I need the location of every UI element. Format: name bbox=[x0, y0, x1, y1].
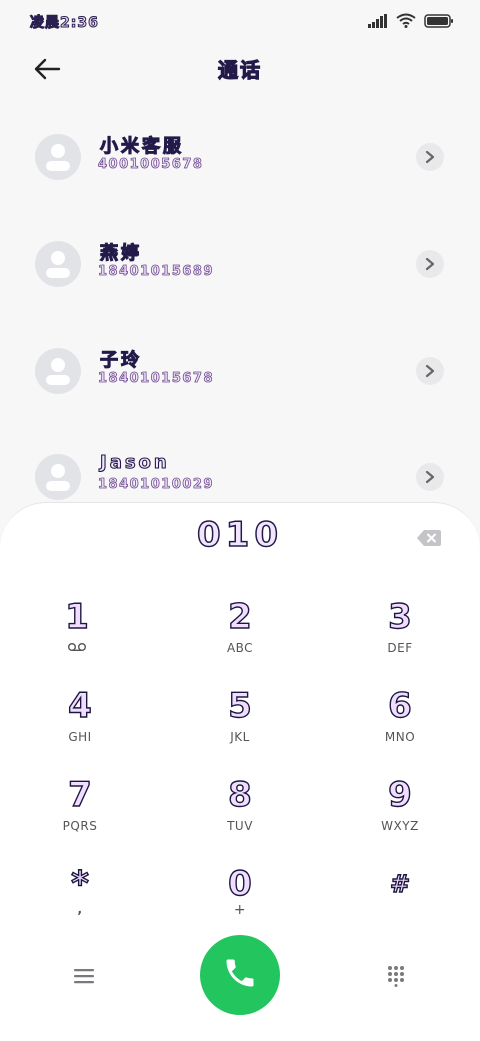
dial-key-4[interactable]: 4 GHI bbox=[20, 685, 140, 766]
dial-key-9[interactable]: 9 WXYZ bbox=[340, 774, 460, 855]
contact-name: 小米客服 bbox=[99, 135, 184, 157]
chevron-right-icon[interactable] bbox=[416, 250, 444, 278]
dial-key-8[interactable]: 8 TUV bbox=[180, 774, 300, 855]
battery-icon bbox=[424, 13, 454, 32]
dial-key-2[interactable]: 2 ABC bbox=[180, 596, 300, 677]
contact-row[interactable]: 子玲 18401015678 bbox=[0, 348, 480, 428]
dial-key-letters: , bbox=[77, 902, 83, 916]
contact-name: Jason bbox=[99, 451, 170, 473]
dial-key-digit: 1 bbox=[64, 596, 89, 637]
contact-number: 18401015678 bbox=[98, 371, 214, 387]
dial-key-hash[interactable]: # bbox=[340, 864, 460, 944]
contact-row[interactable]: 小米客服 4001005678 bbox=[0, 134, 480, 214]
dialpad-icon[interactable] bbox=[378, 958, 414, 994]
dial-key-digit: 5 bbox=[227, 685, 252, 726]
dial-key-3[interactable]: 3 DEF bbox=[340, 596, 460, 677]
avatar-icon bbox=[35, 454, 81, 500]
dial-key-letters: DEF bbox=[387, 641, 413, 655]
header: 通话 bbox=[0, 44, 480, 96]
phone-icon bbox=[222, 955, 258, 995]
dial-key-letters: GHI bbox=[68, 730, 92, 744]
contact-number: 4001005678 bbox=[98, 157, 204, 173]
chevron-right-icon[interactable] bbox=[416, 357, 444, 385]
dial-key-letters: + bbox=[233, 902, 247, 918]
dial-key-letters: JKL bbox=[230, 730, 250, 744]
dial-key-digit: 3 bbox=[387, 596, 412, 637]
dial-key-1[interactable]: 1 bbox=[17, 596, 137, 677]
dial-key-digit: 4 bbox=[67, 685, 92, 726]
dial-key-letters: TUV bbox=[227, 819, 253, 833]
dial-key-digit: 8 bbox=[227, 774, 252, 815]
dial-key-digit: 2 bbox=[227, 596, 252, 637]
contact-name: 燕婷 bbox=[99, 242, 142, 264]
contact-name: 子玲 bbox=[99, 349, 142, 371]
menu-icon[interactable] bbox=[66, 961, 102, 991]
avatar-icon bbox=[35, 241, 81, 287]
page-title: 通话 bbox=[217, 57, 262, 82]
avatar-icon bbox=[35, 134, 81, 180]
contact-number: 18401015689 bbox=[98, 264, 214, 280]
dial-key-digit: 7 bbox=[67, 774, 92, 815]
chevron-right-icon[interactable] bbox=[416, 143, 444, 171]
dial-key-5[interactable]: 5 JKL bbox=[180, 685, 300, 766]
dial-key-letters: PQRS bbox=[62, 819, 98, 833]
contact-row[interactable]: 燕婷 18401015689 bbox=[0, 241, 480, 321]
dial-key-letters: MNO bbox=[384, 730, 416, 744]
chevron-right-icon[interactable] bbox=[416, 463, 444, 491]
dial-key-digit: * bbox=[70, 863, 89, 904]
dial-key-0[interactable]: 0 + bbox=[180, 863, 300, 944]
dialpad-panel: 010 1 2 ABC 3 DEF 4 GHI 5 JKL 6 MNO 7 PQ… bbox=[0, 502, 480, 1041]
signal-icon bbox=[368, 13, 388, 32]
dial-key-star[interactable]: * , bbox=[20, 863, 140, 944]
dial-key-digit: 9 bbox=[387, 774, 412, 815]
dial-key-digit: # bbox=[389, 869, 411, 898]
dial-key-digit: 0 bbox=[227, 863, 252, 904]
contact-number: 18401010029 bbox=[98, 477, 214, 493]
status-bar: 凌晨2:36 bbox=[0, 0, 480, 44]
dial-key-digit: 6 bbox=[387, 685, 412, 726]
dial-key-6[interactable]: 6 MNO bbox=[340, 685, 460, 766]
dial-key-letters: ABC bbox=[226, 641, 254, 655]
avatar-icon bbox=[35, 348, 81, 394]
voicemail-icon bbox=[17, 641, 137, 655]
status-time: 凌晨2:36 bbox=[30, 15, 99, 32]
call-button[interactable] bbox=[200, 935, 280, 1015]
dial-input[interactable]: 010 bbox=[0, 514, 480, 556]
backspace-icon[interactable] bbox=[416, 529, 442, 547]
wifi-icon bbox=[396, 13, 416, 32]
dial-key-7[interactable]: 7 PQRS bbox=[20, 774, 140, 855]
dial-key-letters: WXYZ bbox=[381, 819, 419, 833]
